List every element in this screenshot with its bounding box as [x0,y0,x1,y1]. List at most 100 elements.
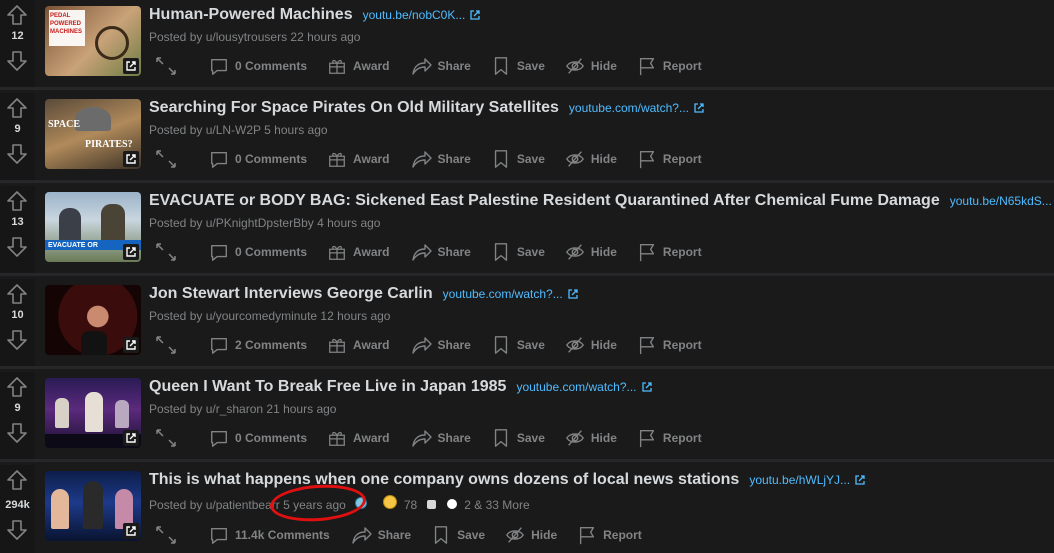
post[interactable]: 9 Queen I Want To Break Free Live in Jap… [0,372,1054,462]
award-button[interactable]: Award [327,428,390,448]
post-domain-link[interactable]: youtube.com/watch?... [516,380,652,394]
post-thumbnail[interactable]: SPACE PIRATES? [45,99,141,169]
save-button[interactable]: Save [431,525,485,545]
post-title[interactable]: This is what happens when one company ow… [149,471,739,488]
post-domain-link[interactable]: youtube.com/watch?... [443,287,579,301]
share-button[interactable]: Share [410,55,471,77]
share-button[interactable]: Share [410,334,471,356]
award-button[interactable]: Award [327,242,390,262]
post[interactable]: 13 EVACUATE OR EVACUATE or BODY BAG: Sic… [0,186,1054,276]
post-domain-link[interactable]: youtu.be/N65kdS... [950,194,1054,208]
external-link-icon[interactable] [123,337,139,353]
comments-button[interactable]: 0 Comments [209,149,307,169]
award-button[interactable]: Award [327,149,390,169]
report-button[interactable]: Report [637,335,702,355]
wholesome-award-icon[interactable] [446,499,457,509]
downvote-icon[interactable] [6,329,28,351]
post-domain-link[interactable]: youtu.be/nobC0K... [363,8,482,22]
upvote-icon[interactable] [6,283,28,305]
downvote-icon[interactable] [6,236,28,258]
report-button[interactable]: Report [637,56,702,76]
vote-column: 13 [0,186,35,273]
post-thumbnail[interactable]: EVACUATE OR [45,192,141,262]
hide-button[interactable]: Hide [565,149,617,169]
downvote-icon[interactable] [6,50,28,72]
post-domain-link[interactable]: youtube.com/watch?... [569,101,705,115]
post[interactable]: 9 SPACE PIRATES? Searching For Space Pir… [0,93,1054,183]
share-button[interactable]: Share [410,148,471,170]
external-link-icon[interactable] [123,151,139,167]
upvote-icon[interactable] [6,469,28,491]
thumbnail-caption: PEDAL POWERED MACHINES [50,13,83,35]
gold-award-icon[interactable] [382,495,397,509]
post-title[interactable]: Jon Stewart Interviews George Carlin [149,285,433,302]
downvote-icon[interactable] [6,422,28,444]
hide-button[interactable]: Hide [505,525,557,545]
report-button[interactable]: Report [637,149,702,169]
downvote-icon[interactable] [6,519,28,541]
share-button[interactable]: Share [410,241,471,263]
report-button[interactable]: Report [637,242,702,262]
post-title[interactable]: Queen I Want To Break Free Live in Japan… [149,378,506,395]
report-button[interactable]: Report [637,428,702,448]
hide-button[interactable]: Hide [565,56,617,76]
comments-button[interactable]: 2 Comments [209,335,307,355]
comments-button[interactable]: 0 Comments [209,242,307,262]
external-link-icon[interactable] [123,244,139,260]
post-thumbnail[interactable] [45,285,141,355]
comments-button[interactable]: 0 Comments [209,56,307,76]
post-thumbnail[interactable]: PEDAL POWERED MACHINES [45,6,141,76]
save-button[interactable]: Save [491,149,545,169]
post[interactable]: 10 Jon Stewart Interviews George Carlin y… [0,279,1054,369]
upvote-icon[interactable] [6,4,28,26]
award-button[interactable]: Award [327,335,390,355]
vote-score: 12 [11,30,24,42]
bookmark-icon [491,335,511,355]
bookmark-icon [491,56,511,76]
post[interactable]: 294k This is what happens when one compa… [0,465,1054,553]
hide-button[interactable]: Hide [565,335,617,355]
upvote-icon[interactable] [6,97,28,119]
post-domain-link[interactable]: youtu.be/hWLjYJ... [749,473,866,487]
save-button[interactable]: Save [491,242,545,262]
flag-icon [637,428,657,448]
share-button[interactable]: Share [350,524,411,546]
expand-button[interactable] [155,427,183,449]
comments-button[interactable]: 11.4k Comments [209,525,330,545]
more-awards[interactable]: 2 & 33 More [464,498,529,512]
post[interactable]: 12 PEDAL POWERED MACHINES Human-Powered … [0,0,1054,90]
expand-button[interactable] [155,524,183,546]
post-title[interactable]: Human-Powered Machines [149,6,353,23]
save-button[interactable]: Save [491,428,545,448]
expand-button[interactable] [155,148,183,170]
award-button[interactable]: Award [327,56,390,76]
hide-button[interactable]: Hide [565,242,617,262]
comments-button[interactable]: 0 Comments [209,428,307,448]
share-button[interactable]: Share [410,427,471,449]
post-author[interactable]: Posted by u/patientbearr [149,498,280,512]
external-link-icon[interactable] [123,523,139,539]
upvote-icon[interactable] [6,190,28,212]
save-button[interactable]: Save [491,56,545,76]
external-link-icon[interactable] [123,430,139,446]
expand-button[interactable] [155,55,183,77]
hide-button[interactable]: Hide [565,428,617,448]
post-thumbnail[interactable] [45,471,141,541]
post-title[interactable]: Searching For Space Pirates On Old Milit… [149,99,559,116]
expand-icon [155,241,177,263]
hide-icon [565,335,585,355]
post-title[interactable]: EVACUATE or BODY BAG: Sickened East Pale… [149,192,940,209]
report-button[interactable]: Report [577,525,642,545]
downvote-icon[interactable] [6,143,28,165]
post-thumbnail[interactable] [45,378,141,448]
save-button[interactable]: Save [491,335,545,355]
expand-button[interactable] [155,241,183,263]
share-icon [410,55,432,77]
vote-score: 294k [5,499,30,511]
helpful-award-icon[interactable] [426,500,436,509]
award-count: 78 [403,498,418,512]
expand-button[interactable] [155,334,183,356]
external-link-icon[interactable] [123,58,139,74]
upvote-icon[interactable] [6,376,28,398]
expand-icon [155,427,177,449]
